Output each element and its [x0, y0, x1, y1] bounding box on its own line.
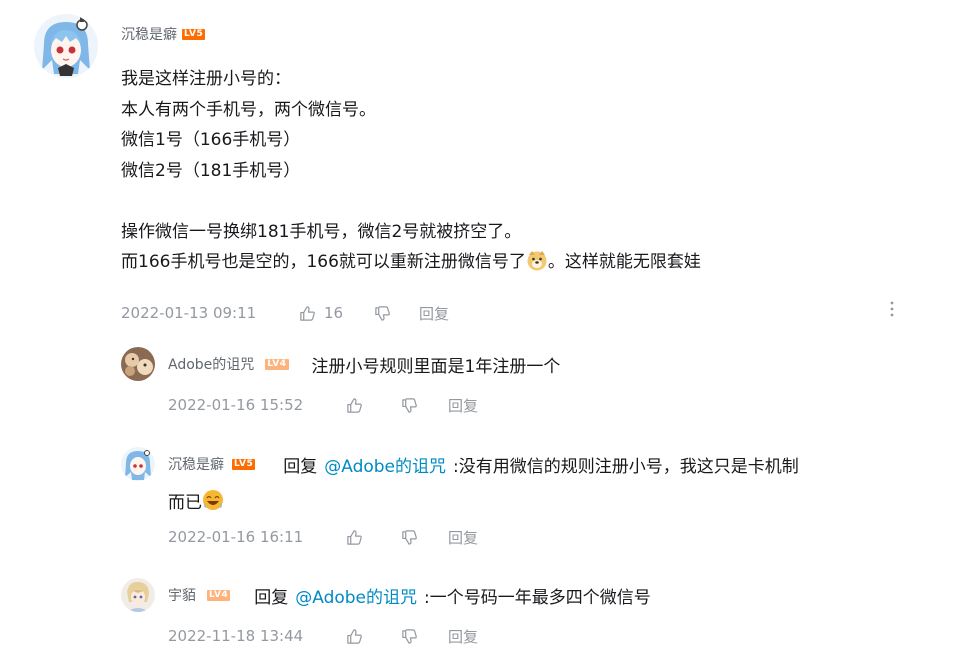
like-count: 16	[324, 304, 344, 322]
reply-button[interactable]: 回复	[419, 303, 449, 324]
reply-prefix: 回复	[283, 456, 318, 477]
level-badge: LV4	[265, 358, 289, 370]
comment-line: 而166手机号也是空的，166就可以重新注册微信号了 。这样就能无限套娃	[121, 247, 901, 278]
reply-text: :一个号码一年最多四个微信号	[424, 587, 651, 608]
avatar[interactable]	[121, 447, 155, 481]
username[interactable]: 沉稳是癖	[121, 24, 177, 44]
reply-text: 注册小号规则里面是1年注册一个	[311, 356, 561, 377]
dislike-button[interactable]	[374, 305, 419, 322]
thumb-down-icon	[401, 397, 418, 414]
level-badge: LV5	[182, 28, 206, 40]
dislike-button[interactable]	[401, 529, 448, 546]
reply-button[interactable]: 回复	[448, 527, 478, 548]
reply-text: 而已	[168, 492, 202, 513]
reply-prefix: 回复	[254, 587, 289, 608]
dislike-button[interactable]	[401, 628, 448, 645]
username[interactable]: Adobe的诅咒	[168, 354, 254, 374]
comment-time: 2022-01-16 16:11	[168, 528, 304, 546]
mention-link[interactable]: @Adobe的诅咒	[295, 583, 417, 608]
comment-body: 我是这样注册小号的： 本人有两个手机号，两个微信号。 微信1号（166手机号） …	[121, 64, 901, 278]
comment-line: 微信1号（166手机号）	[121, 130, 301, 150]
avatar[interactable]	[121, 578, 155, 612]
mention-link[interactable]: @Adobe的诅咒	[324, 452, 446, 477]
comment-time: 2022-01-13 09:11	[121, 304, 257, 322]
level-badge: LV4	[207, 589, 231, 601]
dislike-button[interactable]	[401, 397, 448, 414]
thumb-up-icon	[346, 628, 363, 645]
comment-line: 我是这样注册小号的：	[121, 69, 291, 89]
thumb-up-icon	[299, 305, 316, 322]
avatar[interactable]	[34, 14, 98, 78]
like-button[interactable]: 16	[299, 304, 374, 322]
like-button[interactable]	[346, 397, 401, 414]
more-vertical-icon[interactable]	[886, 300, 898, 320]
comment-time: 2022-01-16 15:52	[168, 396, 304, 414]
username[interactable]: 沉稳是癖	[168, 454, 224, 474]
like-button[interactable]	[346, 628, 401, 645]
laughing-emoji	[202, 489, 224, 511]
comment-time: 2022-11-18 13:44	[168, 627, 304, 645]
comment-line: 本人有两个手机号，两个微信号。	[121, 99, 376, 120]
level-badge: LV5	[232, 458, 256, 470]
reply-button[interactable]: 回复	[448, 395, 478, 416]
doge-emoji	[526, 249, 548, 271]
thumb-up-icon	[346, 397, 363, 414]
like-button[interactable]	[346, 529, 401, 546]
reply-text: :没有用微信的规则注册小号，我这只是卡机制	[453, 456, 799, 477]
comment-line: 操作微信一号换绑181手机号，微信2号就被挤空了。	[121, 221, 522, 242]
username[interactable]: 宇貊	[168, 585, 196, 605]
comment-line-text: 而166手机号也是空的，166就可以重新注册微信号了	[121, 252, 526, 272]
thumb-down-icon	[401, 628, 418, 645]
comment-line: 微信2号（181手机号）	[121, 160, 301, 181]
comment-line-text: 。这样就能无限套娃	[547, 252, 701, 272]
thumb-up-icon	[346, 529, 363, 546]
comment-line	[121, 186, 901, 217]
reply-button[interactable]: 回复	[448, 626, 478, 647]
avatar[interactable]	[121, 347, 155, 381]
thumb-down-icon	[401, 529, 418, 546]
thumb-down-icon	[374, 305, 391, 322]
